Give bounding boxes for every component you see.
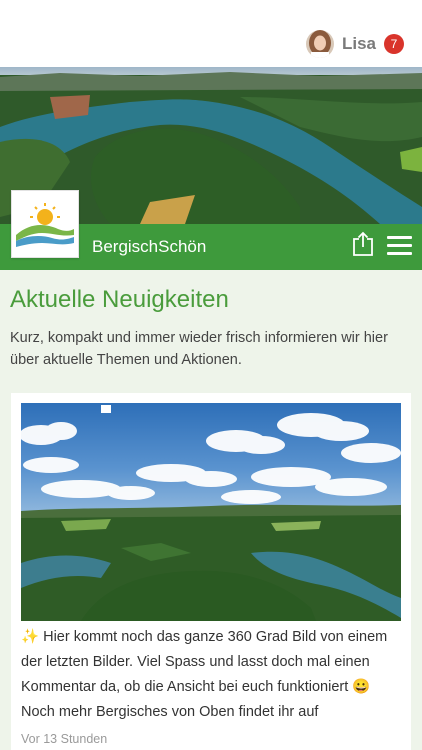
user-menu[interactable]: Lisa 7: [305, 30, 404, 58]
post-timestamp: Vor 13 Stunden: [21, 732, 108, 746]
smiley-icon: 😀: [352, 679, 371, 695]
share-button[interactable]: [352, 231, 374, 257]
post-text-part: Noch mehr Bergisches von Oben findet ihr…: [21, 704, 319, 720]
notification-badge[interactable]: 7: [384, 34, 404, 54]
share-icon: [353, 231, 373, 256]
user-name[interactable]: Lisa: [342, 34, 376, 54]
news-card[interactable]: ✨ Hier kommt noch das ganze 360 Grad Bil…: [11, 393, 411, 750]
intro-text: Kurz, kompakt und immer wieder frisch in…: [10, 330, 388, 368]
hamburger-menu-icon[interactable]: [387, 236, 412, 256]
brand-name[interactable]: BergischSchön: [92, 237, 206, 257]
post-text-part: Hier kommt noch das ganze 360 Grad Bild …: [21, 629, 388, 695]
top-bar: Lisa 7: [0, 0, 422, 67]
post-text: ✨ Hier kommt noch das ganze 360 Grad Bil…: [21, 625, 403, 725]
post-image[interactable]: [21, 403, 401, 621]
page-title: Aktuelle Neuigkeiten: [10, 286, 229, 313]
sparkle-icon: ✨: [21, 629, 40, 645]
brand-logo[interactable]: [11, 190, 79, 258]
avatar[interactable]: [305, 30, 334, 58]
